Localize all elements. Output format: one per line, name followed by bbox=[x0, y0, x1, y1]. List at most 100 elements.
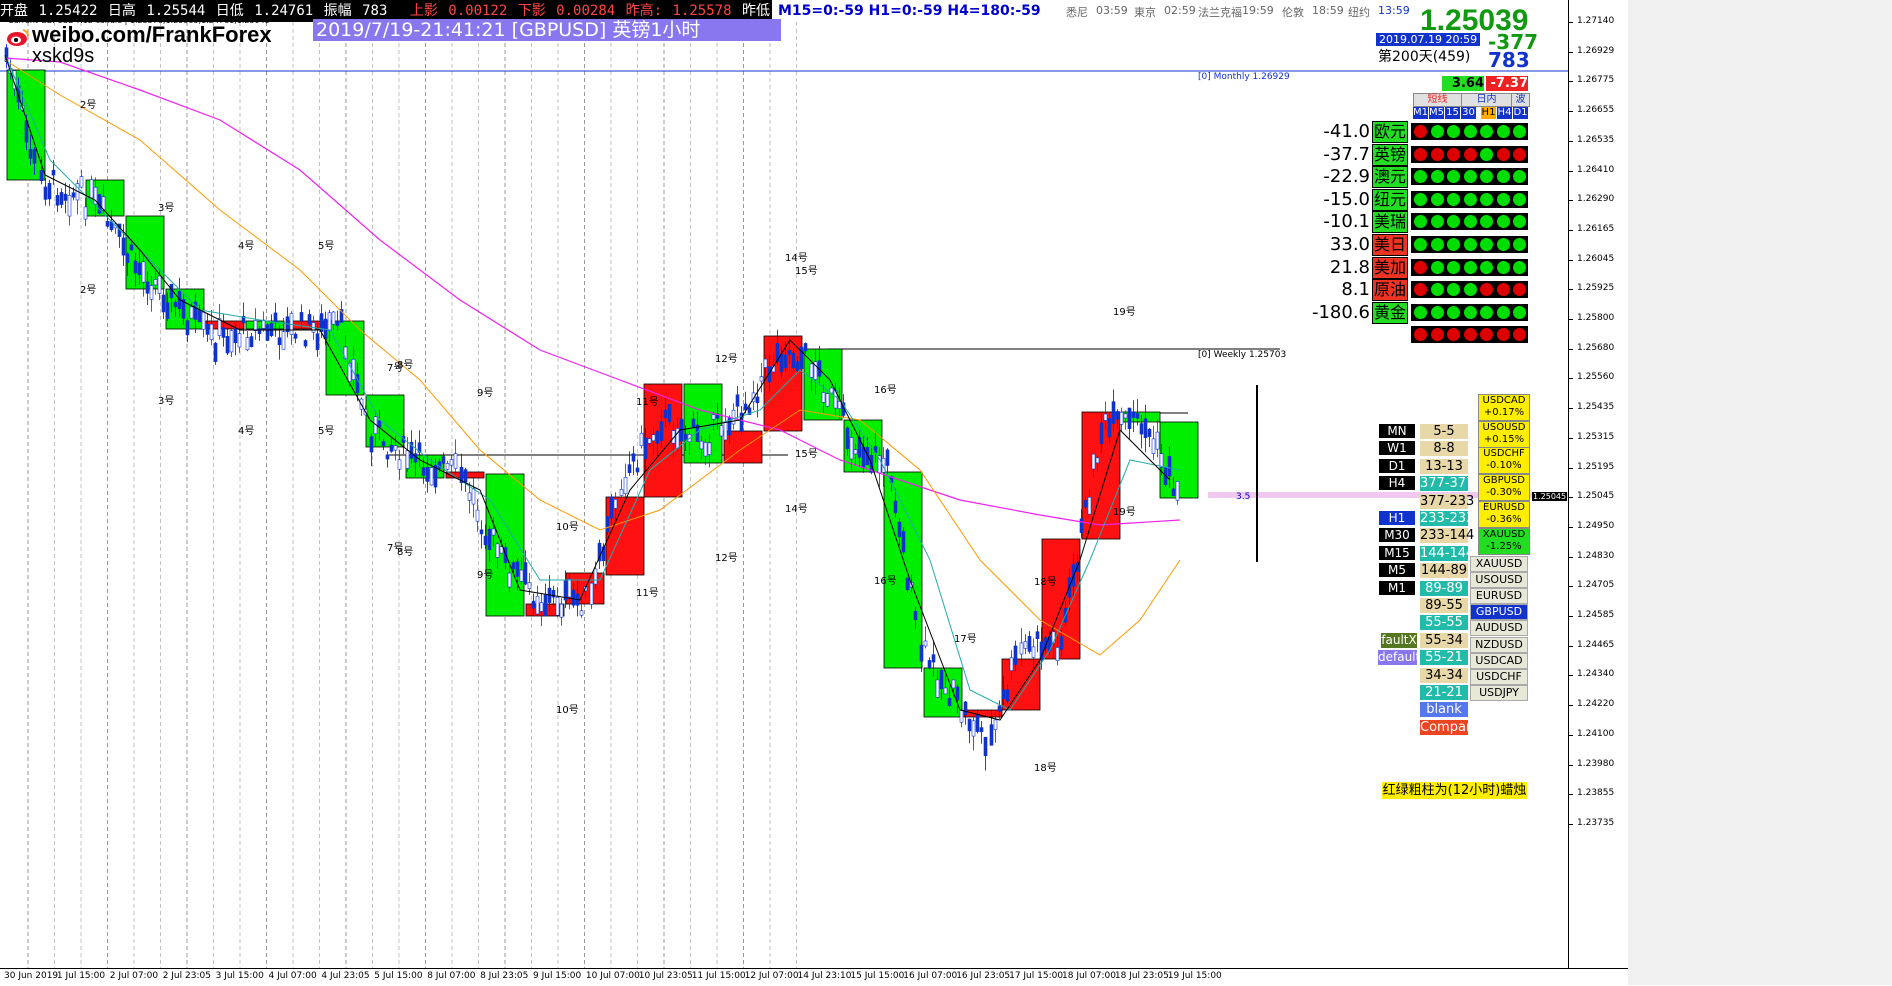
tf-tab-H1[interactable]: H1 bbox=[1481, 107, 1496, 119]
signal-dot bbox=[1447, 238, 1460, 251]
pair-item-usousd[interactable]: USOUSD bbox=[1470, 572, 1528, 589]
pair-change-box[interactable]: XAUUSD -1.25% bbox=[1478, 527, 1530, 555]
h1-candle bbox=[539, 602, 544, 612]
tf-value[interactable]: blank bbox=[1420, 702, 1468, 718]
session-time: 13:59 bbox=[1378, 4, 1410, 17]
h1-candle bbox=[449, 459, 454, 466]
pair-name: USDCAD bbox=[1482, 395, 1526, 406]
price-tick: 1.25925 bbox=[1577, 283, 1615, 294]
weekly-level-label: [0] Weekly 1.25703 bbox=[1198, 350, 1287, 360]
signal-dots bbox=[1411, 258, 1528, 276]
day-marker: 3号 bbox=[158, 396, 175, 407]
h1-candle bbox=[105, 221, 110, 227]
tf-tab-M5[interactable]: M5 bbox=[1429, 107, 1444, 119]
signal-dot bbox=[1496, 192, 1510, 206]
h1-candle bbox=[475, 509, 480, 522]
h1-candle bbox=[28, 149, 33, 159]
pair-change-box[interactable]: USDCHF -0.10% bbox=[1478, 447, 1530, 475]
h1-candle bbox=[141, 261, 146, 283]
tf-tab-M1[interactable]: M1 bbox=[1413, 107, 1428, 119]
currency-label: 纽元 bbox=[1372, 188, 1408, 211]
default-button[interactable]: default bbox=[1378, 650, 1420, 665]
day-marker: 8号 bbox=[397, 360, 414, 371]
pair-item-xauusd[interactable]: XAUUSD bbox=[1470, 556, 1528, 572]
price-tick: 1.26655 bbox=[1577, 105, 1615, 116]
tf-tab-D1[interactable]: D1 bbox=[1513, 107, 1528, 119]
tf-value: 21-21 bbox=[1420, 685, 1468, 700]
upper-shadow-label: 上影 bbox=[409, 3, 438, 19]
h1-candle bbox=[1103, 413, 1108, 421]
h1-candle bbox=[307, 314, 312, 325]
time-tick: 9 Jul 15:00 bbox=[533, 971, 582, 981]
tab-0[interactable]: 短线 bbox=[1413, 93, 1462, 107]
session-time: 02:59 bbox=[1164, 4, 1196, 17]
time-axis: 30 Jun 2019 1 Jul 15:00 2 Jul 07:00 2 Jul 2… bbox=[0, 968, 1628, 986]
h1-candle bbox=[951, 679, 956, 689]
tf-label-M30[interactable]: M30 bbox=[1379, 528, 1415, 543]
currency-label: 澳元 bbox=[1372, 166, 1408, 189]
h1-candle bbox=[663, 409, 668, 419]
tf-label-W1[interactable]: W1 bbox=[1379, 441, 1415, 456]
h1-candle bbox=[589, 582, 594, 605]
price-tick: 1.25560 bbox=[1577, 372, 1615, 383]
h1-candle bbox=[1099, 422, 1104, 444]
h1-candle bbox=[787, 349, 792, 355]
h1-candle bbox=[237, 333, 242, 348]
signal-dot bbox=[1513, 283, 1526, 297]
session-time: 03:59 bbox=[1096, 4, 1128, 17]
h1-candle bbox=[463, 469, 468, 483]
tf-label-M5[interactable]: M5 bbox=[1379, 563, 1415, 578]
pair-change-box[interactable]: EURUSD -0.36% bbox=[1478, 500, 1530, 528]
tf-tab-H4[interactable]: H4 bbox=[1497, 107, 1512, 119]
tf-label-H4[interactable]: H4 bbox=[1379, 476, 1415, 491]
signal-dot bbox=[1430, 305, 1444, 319]
time-tick: 30 Jun 2019 bbox=[4, 971, 59, 981]
h1-candle bbox=[967, 718, 972, 732]
tf-label-MN[interactable]: MN bbox=[1379, 424, 1415, 438]
signal-dot bbox=[1430, 260, 1444, 274]
pair-change-box[interactable]: GBPUSD -0.30% bbox=[1478, 474, 1530, 502]
h1-candle bbox=[635, 467, 640, 473]
h1-candle bbox=[627, 464, 632, 473]
tf-label-D1[interactable]: D1 bbox=[1379, 458, 1415, 473]
legend-note: 红绿粗柱为(12小时)蜡烛 bbox=[1382, 782, 1527, 799]
pair-item-usdcad[interactable]: USDCAD bbox=[1470, 652, 1528, 669]
signal-dot bbox=[1430, 170, 1444, 184]
day-marker: 3号 bbox=[158, 203, 175, 214]
h1-candle bbox=[293, 333, 298, 339]
faultx-button[interactable]: faultX bbox=[1381, 633, 1417, 648]
tf-tab-30[interactable]: 30 bbox=[1461, 107, 1476, 119]
time-tick: 4 Jul 23:05 bbox=[321, 971, 370, 981]
tf-label-H1[interactable]: H1 bbox=[1379, 511, 1415, 525]
pair-item-usdchf[interactable]: USDCHF bbox=[1470, 668, 1528, 685]
pair-item-audusd[interactable]: AUDUSD bbox=[1470, 620, 1528, 637]
pair-item-eurusd[interactable]: EURUSD bbox=[1470, 588, 1528, 605]
signal-dot bbox=[1513, 192, 1526, 206]
tab-2[interactable]: 波 bbox=[1511, 93, 1530, 107]
h1-candle bbox=[905, 577, 910, 591]
tf-value: 13-13 bbox=[1420, 458, 1468, 474]
signal-dots bbox=[1411, 213, 1528, 231]
h1-candle bbox=[667, 404, 672, 423]
tf-value[interactable]: Compare bbox=[1420, 719, 1479, 735]
price-tick-mark bbox=[1569, 408, 1573, 410]
time-tick: 8 Jul 07:00 bbox=[427, 971, 476, 981]
tab-1[interactable]: 日内 bbox=[1461, 93, 1512, 107]
tf-tab-15[interactable]: 15 bbox=[1445, 107, 1460, 119]
pair-name: GBPUSD bbox=[1482, 475, 1525, 487]
h1-candle bbox=[83, 206, 88, 220]
pair-change-box[interactable]: USOUSD +0.15% bbox=[1478, 420, 1530, 448]
pair-item-gbpusd[interactable]: GBPUSD bbox=[1470, 604, 1528, 621]
pair-item-usdjpy[interactable]: USDJPY bbox=[1470, 684, 1528, 701]
price-tick: 1.26535 bbox=[1577, 134, 1615, 145]
h1-candle bbox=[763, 358, 768, 368]
pair-change-box[interactable]: USDCAD +0.17% bbox=[1478, 394, 1530, 421]
h1-candle bbox=[1159, 453, 1164, 468]
signal-dot bbox=[1414, 125, 1427, 138]
pair-item-nzdusd[interactable]: NZDUSD bbox=[1470, 636, 1528, 653]
tf-label-M15[interactable]: M15 bbox=[1379, 545, 1415, 560]
signal-dot bbox=[1480, 125, 1493, 138]
h1-candle bbox=[217, 318, 222, 336]
tf-label-M1[interactable]: M1 bbox=[1379, 580, 1415, 595]
signal-dot bbox=[1463, 170, 1477, 184]
